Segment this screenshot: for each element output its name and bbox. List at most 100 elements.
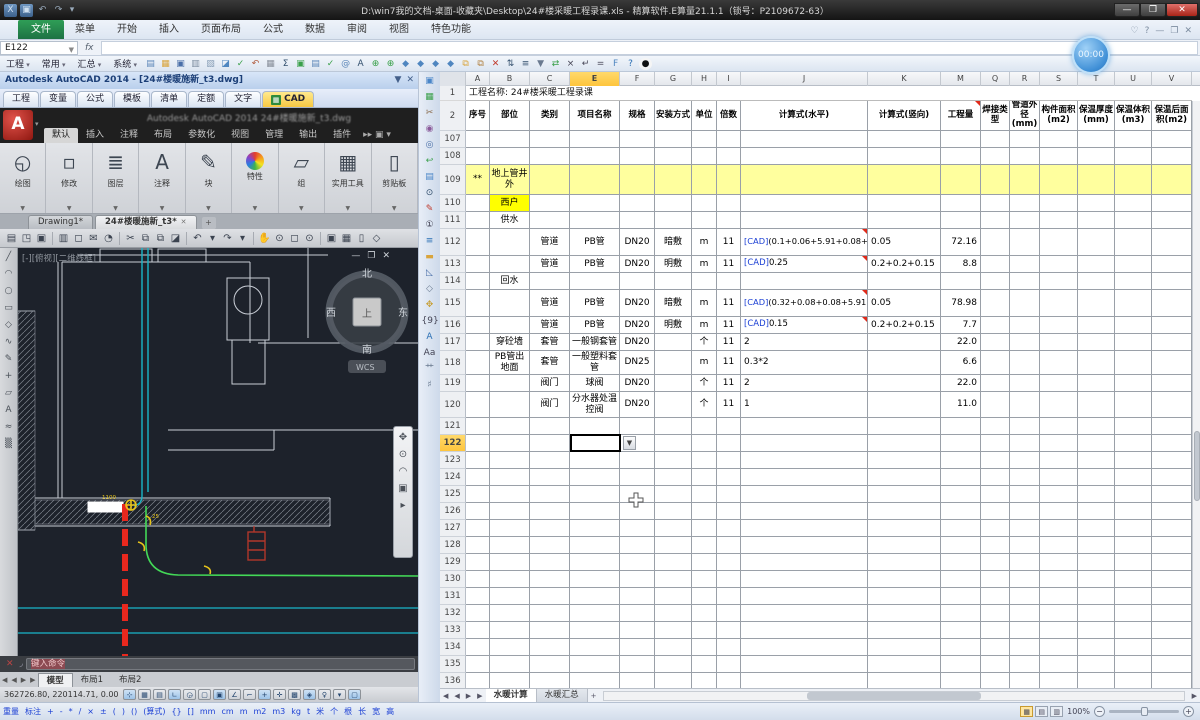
cell-U112[interactable] <box>1115 229 1152 256</box>
cell-R109[interactable] <box>1010 165 1040 195</box>
cell-S130[interactable] <box>1040 571 1078 588</box>
cell-I132[interactable] <box>717 605 741 622</box>
draw-tool-icon-2[interactable]: ○ <box>2 285 16 298</box>
cell-I129[interactable] <box>717 554 741 571</box>
menu-汇总[interactable]: 汇总 ▾ <box>72 57 108 70</box>
horizontal-scrollbar[interactable] <box>603 690 1185 701</box>
cell-I128[interactable] <box>717 537 741 554</box>
panel-expand-icon[interactable]: ▼ <box>20 205 25 212</box>
cell-M112[interactable]: 72.16 <box>941 229 981 256</box>
cad-quick-icon-14[interactable]: ↶ <box>190 231 205 246</box>
cell-I114[interactable] <box>717 273 741 290</box>
cell-H118[interactable]: m <box>692 351 717 375</box>
cell-R132[interactable] <box>1010 605 1040 622</box>
viewport-ctl-1[interactable]: ❐ <box>367 251 375 261</box>
cell-U135[interactable] <box>1115 656 1152 673</box>
cell-U115[interactable] <box>1115 290 1152 317</box>
eye-icon[interactable]: ◉ <box>422 122 438 137</box>
cell-B129[interactable] <box>490 554 530 571</box>
ribbon-right-icon-4[interactable]: ✕ <box>1184 26 1192 36</box>
cell-Q131[interactable] <box>981 588 1010 605</box>
cell-V130[interactable] <box>1152 571 1192 588</box>
cell-S112[interactable] <box>1040 229 1078 256</box>
cell-M108[interactable] <box>941 148 981 165</box>
cell-B131[interactable] <box>490 588 530 605</box>
cell-H125[interactable] <box>692 486 717 503</box>
cell-Q107[interactable] <box>981 131 1010 148</box>
draw-panel[interactable]: ◵ 绘图 ▼ <box>0 143 47 213</box>
cell-S117[interactable] <box>1040 334 1078 351</box>
cad-canvas[interactable]: ╱ ◠ ○ ▭ ◇ ∿ ✎ + ▱ A ≈ ▒ 1100 25 北 西 东 南 … <box>0 248 418 656</box>
cad-quick-icon-16[interactable]: ↷ <box>220 231 235 246</box>
active-cell-dropdown-icon[interactable]: ▼ <box>623 436 636 450</box>
close-x-icon[interactable]: × <box>564 58 577 70</box>
cell-B135[interactable] <box>490 656 530 673</box>
cell-B126[interactable] <box>490 503 530 520</box>
draw-tool-icon-5[interactable]: ∿ <box>2 336 16 349</box>
row-number[interactable]: 112 <box>440 229 466 256</box>
formula-item-kg[interactable]: kg <box>288 707 304 716</box>
cell-E117[interactable]: 一般钢套管 <box>570 334 620 351</box>
ribbon-tab-数据[interactable]: 数据 <box>294 20 336 39</box>
cell-V136[interactable] <box>1152 673 1192 688</box>
cell-S123[interactable] <box>1040 452 1078 469</box>
column-header-B[interactable]: B <box>490 72 530 86</box>
cell-E108[interactable] <box>570 148 620 165</box>
cell-J112[interactable]: [CAD](0.1+0.06+5.91+0.08+0.08+0.28) <box>741 229 868 256</box>
block-panel[interactable]: ✎ 块 ▼ <box>186 143 233 213</box>
cell-K124[interactable] <box>868 469 941 486</box>
cell-S114[interactable] <box>1040 273 1078 290</box>
formula-item-()[interactable]: () <box>128 707 140 716</box>
cell-G127[interactable] <box>655 520 692 537</box>
cell-M118[interactable]: 6.6 <box>941 351 981 375</box>
cad-ribbon-tab-管理[interactable]: 管理 <box>257 128 291 143</box>
doc-tab-24#楼暖施新_t3*[interactable]: 24#楼暖施新_t3* ✕ <box>95 215 197 229</box>
new-doc-tab-icon[interactable]: + <box>201 217 216 229</box>
cell-F130[interactable] <box>620 571 655 588</box>
check-icon[interactable]: ✓ <box>234 58 247 70</box>
cell-M119[interactable]: 22.0 <box>941 375 981 392</box>
sheet-tab-水暖汇总[interactable]: 水暖汇总 <box>536 689 588 702</box>
cell-A107[interactable] <box>466 131 490 148</box>
status-toggle-5[interactable]: ▢ <box>198 689 211 700</box>
formula-item-高[interactable]: 高 <box>383 706 397 717</box>
calc-icon[interactable]: ▦ <box>264 58 277 70</box>
cell-J125[interactable] <box>741 486 868 503</box>
layers-panel[interactable]: ≣ 图层 ▼ <box>93 143 140 213</box>
cad-quick-icon-12[interactable]: ◪ <box>168 231 183 246</box>
formula-item-*[interactable]: * <box>66 707 76 716</box>
row-number[interactable]: 114 <box>440 273 466 290</box>
formula-item--[interactable]: - <box>57 707 66 716</box>
cell-Q108[interactable] <box>981 148 1010 165</box>
sum-icon[interactable]: Σ <box>279 58 292 70</box>
redo-icon[interactable]: ↷ <box>52 4 65 17</box>
cell-I107[interactable] <box>717 131 741 148</box>
cell-V123[interactable] <box>1152 452 1192 469</box>
cell-H129[interactable] <box>692 554 717 571</box>
cad-quick-icon-11[interactable]: ⧉ <box>153 231 168 246</box>
cell-R127[interactable] <box>1010 520 1040 537</box>
navbar-icon-3[interactable]: ▣ <box>398 483 407 494</box>
cell-T130[interactable] <box>1078 571 1115 588</box>
cell-Q115[interactable] <box>981 290 1010 317</box>
cell-T115[interactable] <box>1078 290 1115 317</box>
cad-ribbon-tab-插入[interactable]: 插入 <box>78 128 112 143</box>
cell-K136[interactable] <box>868 673 941 688</box>
cell-B125[interactable] <box>490 486 530 503</box>
formula-input[interactable] <box>100 40 1198 55</box>
cell-U131[interactable] <box>1115 588 1152 605</box>
row-number[interactable]: 133 <box>440 622 466 639</box>
cell-K121[interactable] <box>868 418 941 435</box>
cell-V113[interactable] <box>1152 256 1192 273</box>
cell-I136[interactable] <box>717 673 741 688</box>
cell-V135[interactable] <box>1152 656 1192 673</box>
cell-E130[interactable] <box>570 571 620 588</box>
recording-timer-badge[interactable]: 00:00 <box>1072 36 1110 74</box>
cell-H136[interactable] <box>692 673 717 688</box>
cell-T116[interactable] <box>1078 317 1115 334</box>
cell-I112[interactable]: 11 <box>717 229 741 256</box>
cell-K134[interactable] <box>868 639 941 656</box>
cell-Q113[interactable] <box>981 256 1010 273</box>
cell-J126[interactable] <box>741 503 868 520</box>
check2-icon[interactable]: ✓ <box>324 58 337 70</box>
